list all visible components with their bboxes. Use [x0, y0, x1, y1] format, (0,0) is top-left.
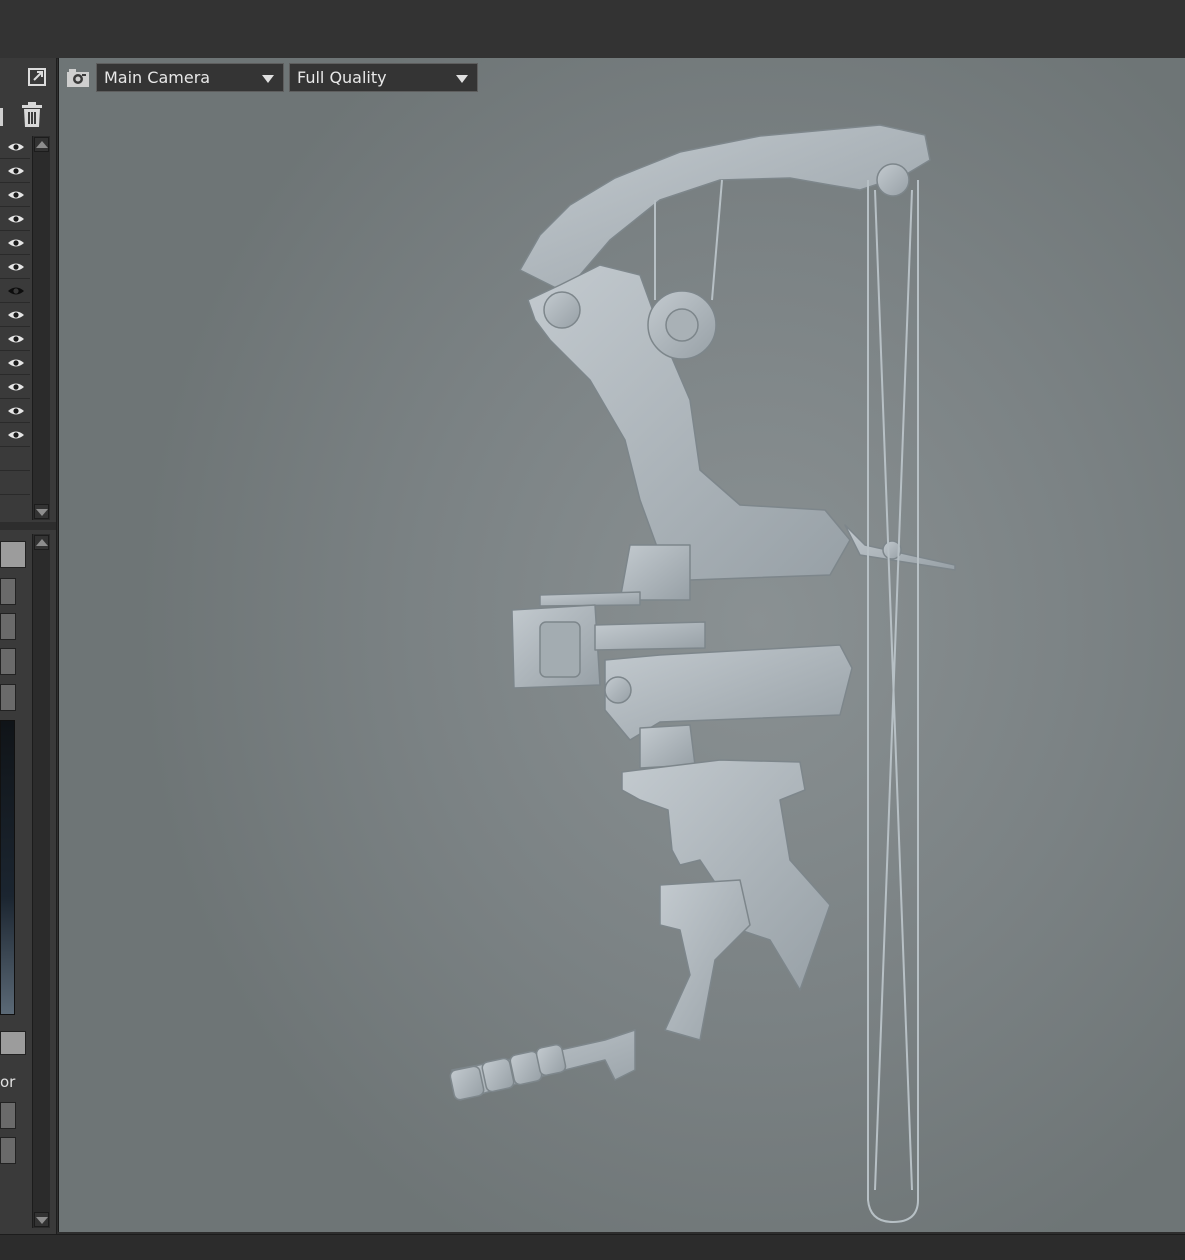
quality-dropdown-value: Full Quality: [297, 68, 387, 87]
list-divider: [0, 302, 30, 303]
list-divider: [0, 350, 30, 351]
eye-icon[interactable]: [7, 141, 25, 153]
camera-dropdown-value: Main Camera: [104, 68, 211, 87]
property-field[interactable]: [0, 684, 16, 711]
layer-list-scrollbar[interactable]: [32, 136, 50, 520]
eye-icon[interactable]: [7, 381, 25, 393]
properties-scrollbar[interactable]: [32, 534, 50, 1228]
property-field[interactable]: [0, 648, 16, 675]
eye-icon[interactable]: [7, 357, 25, 369]
property-field[interactable]: [0, 613, 16, 640]
scroll-up-button[interactable]: [34, 137, 49, 152]
list-divider: [0, 494, 30, 495]
eye-icon[interactable]: [7, 213, 25, 225]
trash-icon[interactable]: [20, 102, 44, 128]
eye-icon[interactable]: [7, 189, 25, 201]
camera-icon[interactable]: [66, 67, 90, 89]
eye-icon[interactable]: [7, 429, 25, 441]
list-divider: [0, 278, 30, 279]
status-bar: [0, 1234, 1185, 1260]
camera-dropdown[interactable]: Main Camera: [96, 63, 284, 92]
eye-icon[interactable]: [7, 261, 25, 273]
texture-preview: [0, 720, 15, 1015]
list-divider: [0, 398, 30, 399]
list-divider: [0, 446, 30, 447]
property-field[interactable]: [0, 578, 16, 605]
eye-icon[interactable]: [7, 333, 25, 345]
top-toolbar: [0, 0, 1185, 59]
scroll-up-button[interactable]: [34, 535, 49, 550]
chevron-down-icon: [456, 75, 468, 83]
eye-icon[interactable]: [7, 285, 25, 297]
list-divider: [0, 422, 30, 423]
list-divider: [0, 326, 30, 327]
eye-icon[interactable]: [7, 309, 25, 321]
list-divider: [0, 374, 30, 375]
list-divider: [0, 182, 30, 183]
eye-icon[interactable]: [7, 405, 25, 417]
property-field[interactable]: [0, 1137, 16, 1164]
quality-dropdown[interactable]: Full Quality: [289, 63, 478, 92]
scroll-down-button[interactable]: [34, 1212, 49, 1227]
panel-splitter[interactable]: [0, 522, 56, 530]
panel-button-edge[interactable]: [0, 108, 3, 126]
list-divider: [0, 470, 30, 471]
list-divider: [0, 158, 30, 159]
eye-icon[interactable]: [7, 237, 25, 249]
list-divider: [0, 230, 30, 231]
popout-icon[interactable]: [27, 67, 47, 87]
list-divider: [0, 254, 30, 255]
eye-icon[interactable]: [7, 165, 25, 177]
property-field[interactable]: [0, 1102, 16, 1129]
scroll-down-button[interactable]: [34, 504, 49, 519]
chevron-down-icon: [262, 75, 274, 83]
property-field[interactable]: [0, 541, 26, 568]
property-field[interactable]: [0, 1031, 26, 1055]
bow-model-render: [449, 124, 956, 1224]
list-divider: [0, 206, 30, 207]
property-label: or: [0, 1073, 16, 1091]
